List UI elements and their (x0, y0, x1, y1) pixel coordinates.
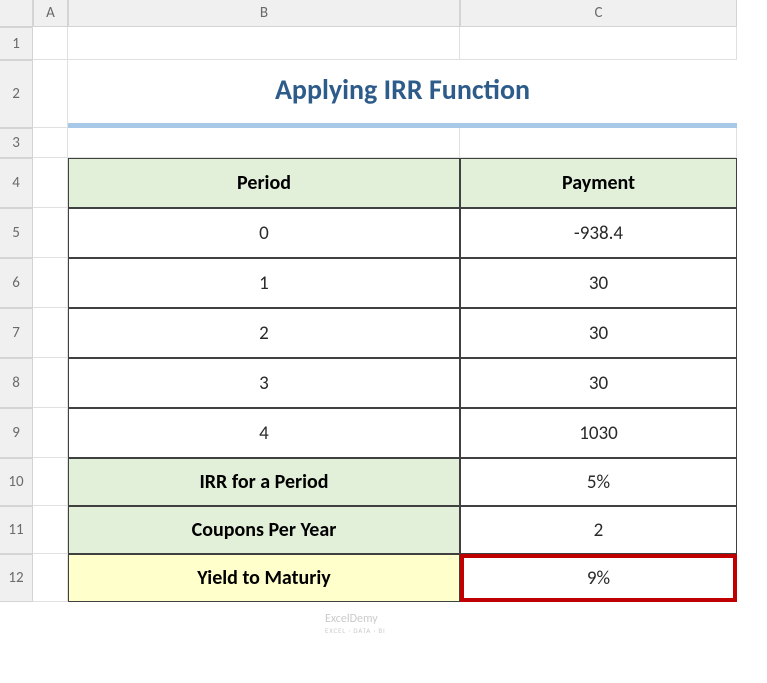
row-header-1[interactable]: 1 (0, 27, 33, 60)
table-row[interactable]: 30 (460, 358, 737, 408)
watermark-main: ExcelDemy (325, 612, 378, 626)
cell-a8[interactable] (33, 358, 68, 408)
table-row[interactable]: 30 (460, 258, 737, 308)
cell-a7[interactable] (33, 308, 68, 358)
cell-b3[interactable] (68, 128, 460, 158)
cell-a6[interactable] (33, 258, 68, 308)
row-header-4[interactable]: 4 (0, 158, 33, 208)
row-header-3[interactable]: 3 (0, 128, 33, 158)
cell-c1[interactable] (460, 27, 737, 60)
cell-a3[interactable] (33, 128, 68, 158)
col-header-a[interactable]: A (33, 0, 68, 27)
watermark-sub: EXCEL · DATA · BI (325, 626, 386, 635)
row-header-6[interactable]: 6 (0, 258, 33, 308)
page-title[interactable]: Applying IRR Function (68, 60, 737, 128)
coupons-label[interactable]: Coupons Per Year (68, 506, 460, 554)
cell-a10[interactable] (33, 458, 68, 506)
row-header-10[interactable]: 10 (0, 458, 33, 506)
table-header-period[interactable]: Period (68, 158, 460, 208)
row-header-5[interactable]: 5 (0, 208, 33, 258)
table-row[interactable]: 0 (68, 208, 460, 258)
table-header-payment[interactable]: Payment (460, 158, 737, 208)
table-row[interactable]: 3 (68, 358, 460, 408)
table-row[interactable]: 1030 (460, 408, 737, 458)
table-row[interactable]: 30 (460, 308, 737, 358)
row-header-8[interactable]: 8 (0, 358, 33, 408)
row-header-2[interactable]: 2 (0, 60, 33, 128)
row-header-11[interactable]: 11 (0, 506, 33, 554)
corner-cell (0, 0, 33, 27)
cell-a1[interactable] (33, 27, 68, 60)
irr-label[interactable]: IRR for a Period (68, 458, 460, 506)
table-row[interactable]: 2 (68, 308, 460, 358)
col-header-c[interactable]: C (460, 0, 737, 27)
ytm-value[interactable]: 9% (460, 554, 737, 602)
cell-a11[interactable] (33, 506, 68, 554)
row-header-9[interactable]: 9 (0, 408, 33, 458)
cell-a12[interactable] (33, 554, 68, 602)
cell-a2[interactable] (33, 60, 68, 128)
table-row[interactable]: 1 (68, 258, 460, 308)
table-row[interactable]: 4 (68, 408, 460, 458)
cell-a9[interactable] (33, 408, 68, 458)
col-header-b[interactable]: B (68, 0, 460, 27)
cell-a4[interactable] (33, 158, 68, 208)
row-header-12[interactable]: 12 (0, 554, 33, 602)
cell-c3[interactable] (460, 128, 737, 158)
spreadsheet-grid: A B C 1 2 Applying IRR Function 3 4 Peri… (0, 0, 767, 602)
irr-value[interactable]: 5% (460, 458, 737, 506)
cell-a5[interactable] (33, 208, 68, 258)
watermark: ExcelDemy EXCEL · DATA · BI (325, 612, 386, 635)
cell-b1[interactable] (68, 27, 460, 60)
row-header-7[interactable]: 7 (0, 308, 33, 358)
ytm-label[interactable]: Yield to Maturiy (68, 554, 460, 602)
coupons-value[interactable]: 2 (460, 506, 737, 554)
table-row[interactable]: -938.4 (460, 208, 737, 258)
